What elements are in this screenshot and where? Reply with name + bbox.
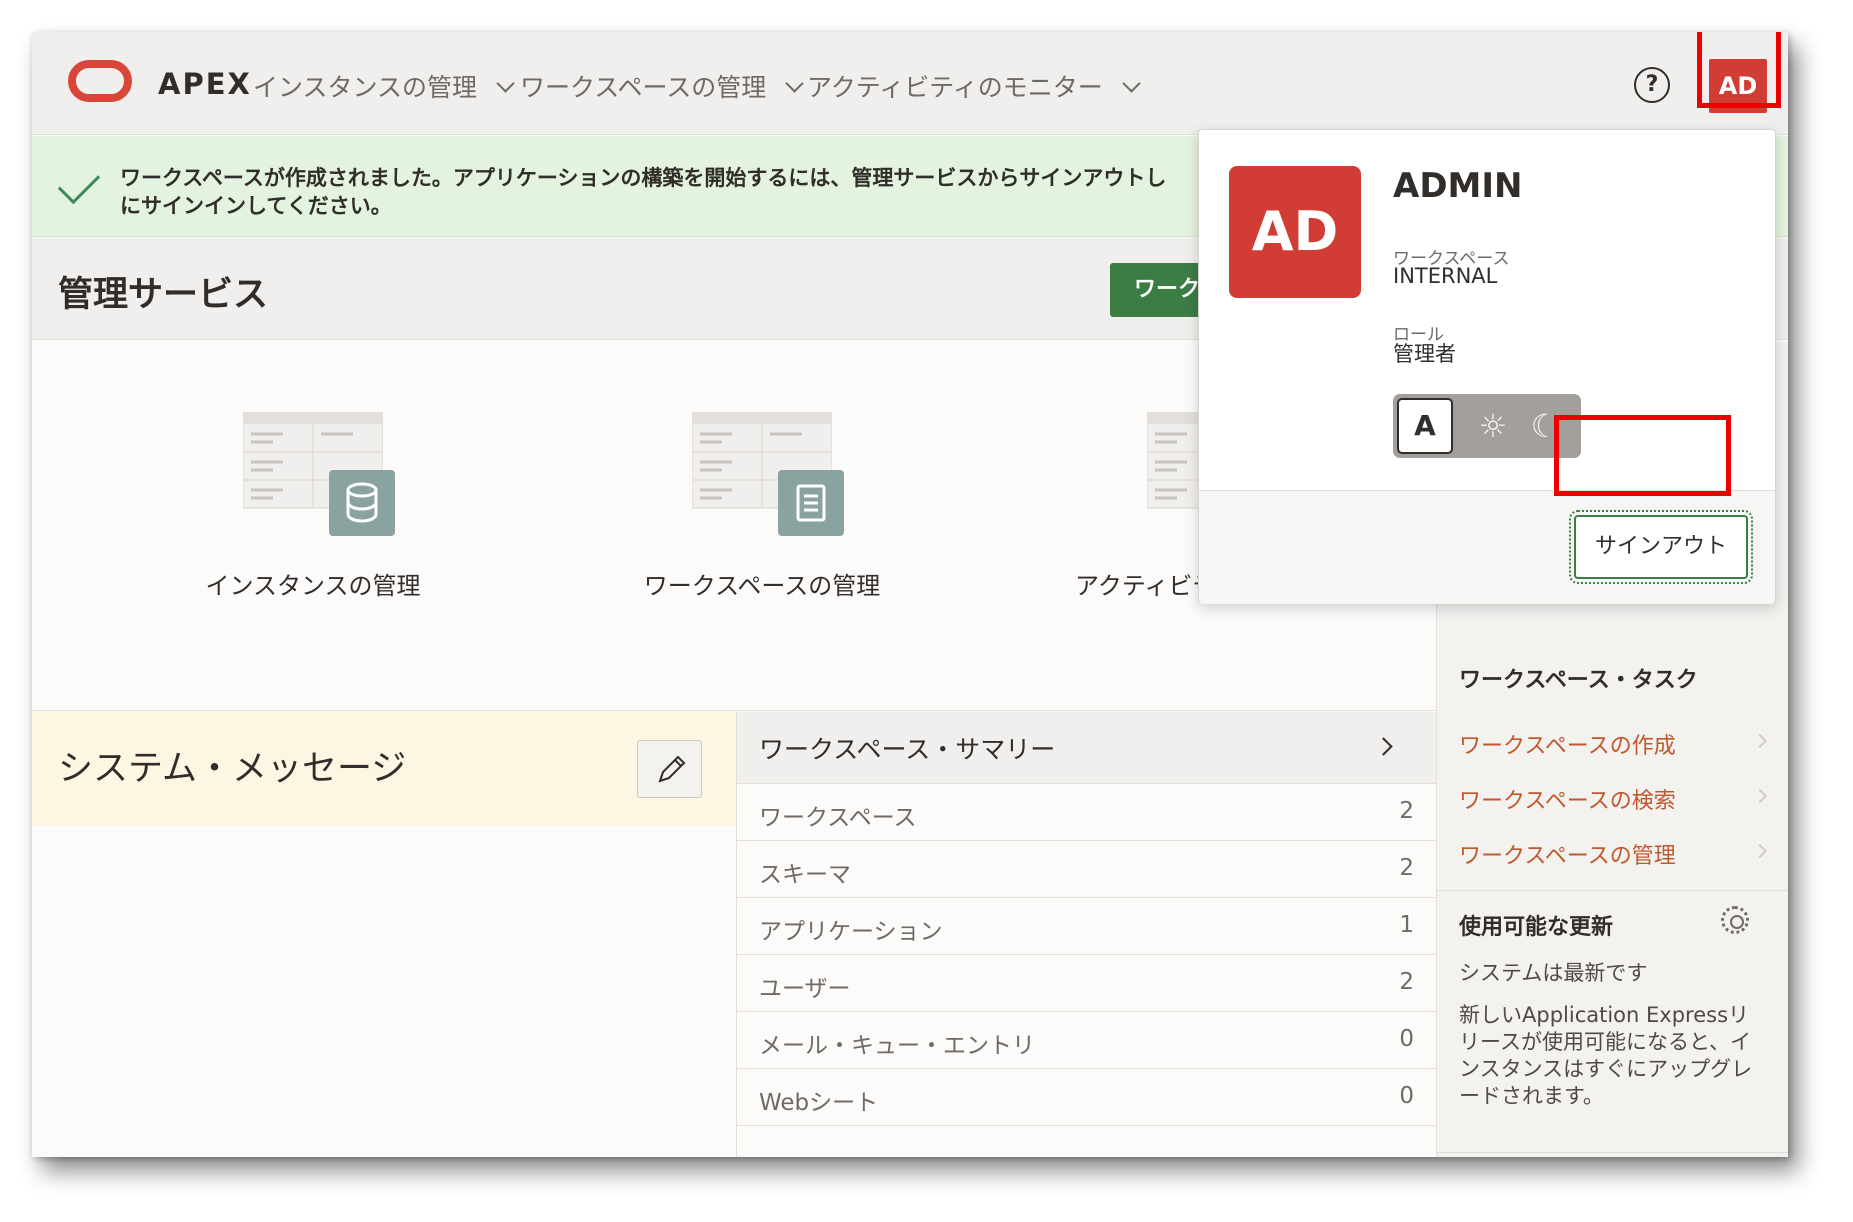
sidebar-divider <box>1437 890 1788 891</box>
workspace-value: INTERNAL <box>1393 264 1498 288</box>
help-icon[interactable]: ? <box>1634 67 1670 103</box>
app-brand[interactable]: APEX <box>158 67 252 101</box>
card-label: インスタンスの管理 <box>205 572 421 600</box>
alert-message: ワークスペースが作成されました。アプリケーションの構築を開始するには、管理サービ… <box>120 164 1240 220</box>
summary-count: 2 <box>1399 798 1414 824</box>
link-label: ワークスペースの検索 <box>1459 789 1676 814</box>
summary-label: メール・キュー・エントリ <box>759 1033 1035 1059</box>
workspace-summary-region: ワークスペース・サマリー ワークスペース 2 スキーマ 2 アプリケーション 1 ユー… <box>736 712 1436 1157</box>
alert-line-1: ワークスペースが作成されました。アプリケーションの構築を開始するには、管理サービ… <box>120 166 1167 190</box>
nav-menu-label: アクティビティのモニター <box>807 73 1103 102</box>
instance-admin-icon <box>242 411 395 536</box>
chevron-down-icon <box>1122 73 1141 93</box>
sign-out-button[interactable]: サインアウト <box>1569 510 1753 584</box>
theme-light-icon[interactable]: ☼ <box>1473 406 1513 446</box>
summary-row[interactable]: ユーザー 2 <box>737 955 1436 1012</box>
user-menu-popup: AD ADMIN ワークスペース INTERNAL ロール 管理者 A ☼ ☾ … <box>1198 129 1776 604</box>
summary-label: スキーマ <box>759 862 851 888</box>
summary-count: 2 <box>1399 969 1414 995</box>
chevron-down-icon <box>785 73 804 93</box>
summary-label: ユーザー <box>759 976 851 1002</box>
sidebar-divider <box>1437 1152 1788 1153</box>
workspace-summary-header[interactable]: ワークスペース・サマリー <box>737 712 1436 784</box>
summary-count: 0 <box>1399 1083 1414 1109</box>
summary-count: 0 <box>1399 1026 1414 1052</box>
find-workspace-link[interactable]: ワークスペースの検索 <box>1459 783 1769 815</box>
theme-switcher: A ☼ ☾ <box>1393 394 1581 458</box>
summary-label: Webシート <box>759 1090 879 1116</box>
workspace-admin-icon <box>691 411 844 536</box>
highlight-frame-avatar <box>1697 32 1781 108</box>
nav-menu-activity[interactable]: アクティビティのモニター <box>807 68 1141 104</box>
summary-label: ワークスペース <box>759 805 917 831</box>
summary-row[interactable]: メール・キュー・エントリ 0 <box>737 1012 1436 1069</box>
summary-count: 2 <box>1399 855 1414 881</box>
link-label: ワークスペースの作成 <box>1459 734 1676 759</box>
available-updates-title: 使用可能な更新 <box>1459 915 1614 940</box>
chevron-right-icon <box>1752 843 1768 859</box>
document-icon <box>778 470 844 536</box>
system-message-title: システム・メッセージ <box>58 749 407 789</box>
card-instance-admin[interactable]: インスタンスの管理 <box>118 411 508 601</box>
link-label: ワークスペースの管理 <box>1459 844 1676 869</box>
card-label: ワークスペースの管理 <box>643 572 881 600</box>
nav-menu-workspace[interactable]: ワークスペースの管理 <box>520 68 804 104</box>
chevron-down-icon <box>496 73 515 93</box>
theme-auto-icon[interactable]: A <box>1397 398 1453 454</box>
chevron-right-icon <box>1752 788 1768 804</box>
edit-message-button[interactable] <box>637 740 702 798</box>
check-icon <box>57 161 101 205</box>
gear-icon[interactable] <box>1721 906 1749 934</box>
summary-count: 1 <box>1399 912 1414 938</box>
summary-row[interactable]: アプリケーション 1 <box>737 898 1436 955</box>
nav-menu-instance[interactable]: インスタンスの管理 <box>253 68 515 104</box>
card-workspace-admin[interactable]: ワークスペースの管理 <box>567 411 957 601</box>
summary-row[interactable]: ワークスペース 2 <box>737 784 1436 841</box>
user-avatar-large: AD <box>1229 166 1361 298</box>
summary-row[interactable]: Webシート 0 <box>737 1069 1436 1126</box>
top-navigation-bar: APEX インスタンスの管理 ワークスペースの管理 アクティビティのモニター ?… <box>32 32 1788 135</box>
create-workspace-link[interactable]: ワークスペースの作成 <box>1459 728 1769 760</box>
summary-row[interactable]: スキーマ 2 <box>737 841 1436 898</box>
chevron-right-icon <box>1374 737 1393 756</box>
oracle-logo-icon[interactable] <box>68 60 132 102</box>
manage-workspaces-link[interactable]: ワークスペースの管理 <box>1459 838 1769 870</box>
update-status: システムは最新です <box>1459 961 1648 985</box>
apex-window: APEX インスタンスの管理 ワークスペースの管理 アクティビティのモニター ?… <box>32 32 1788 1157</box>
update-note: 新しいApplication Expressリリースが使用可能になると、インスタ… <box>1459 1003 1753 1108</box>
user-name: ADMIN <box>1393 166 1523 206</box>
nav-menu-label: インスタンスの管理 <box>253 73 478 102</box>
chevron-right-icon <box>1752 733 1768 749</box>
highlight-frame-sign-out <box>1554 415 1731 496</box>
page-title: 管理サービス <box>58 275 269 315</box>
database-icon <box>329 470 395 536</box>
user-menu-footer: サインアウト <box>1199 490 1775 604</box>
alert-line-2: にサインインしてください。 <box>120 194 392 218</box>
pencil-icon <box>658 755 686 783</box>
system-message-region: システム・メッセージ <box>32 712 736 826</box>
role-value: 管理者 <box>1393 342 1456 366</box>
workspace-summary-title: ワークスペース・サマリー <box>759 735 1056 764</box>
workspace-tasks-title: ワークスペース・タスク <box>1459 668 1698 693</box>
summary-label: アプリケーション <box>759 919 943 945</box>
nav-menu-label: ワークスペースの管理 <box>520 73 767 102</box>
